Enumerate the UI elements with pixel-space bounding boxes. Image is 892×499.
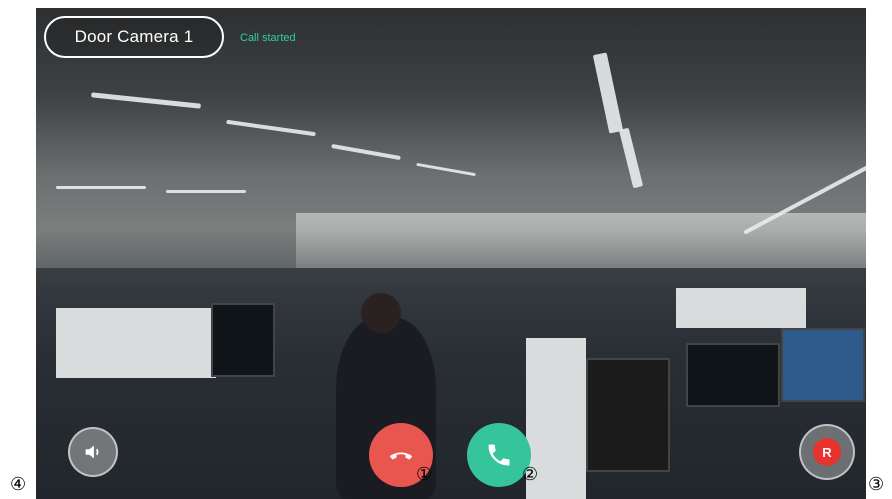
camera-name-badge: Door Camera 1 (44, 16, 224, 58)
ceiling-light (166, 190, 246, 193)
record-icon: R (813, 438, 841, 466)
phone-answer-icon (488, 444, 510, 466)
office-monitor (781, 328, 865, 402)
office-monitor (686, 343, 780, 407)
ceiling-light (226, 119, 316, 137)
marker-3: ③ (868, 474, 885, 495)
office-cabinet (676, 288, 806, 328)
ceiling-light (56, 186, 146, 189)
office-monitor (211, 303, 275, 377)
record-button[interactable]: R (799, 424, 855, 480)
marker-2: ② (522, 464, 539, 485)
ceiling-light (331, 143, 401, 161)
camera-feed (36, 8, 866, 499)
phone-hangup-icon (389, 452, 413, 460)
marker-1: ① (416, 464, 433, 485)
ceiling-light (91, 92, 201, 109)
office-monitor (586, 358, 670, 472)
camera-name: Door Camera 1 (74, 27, 194, 46)
person-head (361, 293, 401, 333)
office-cabinet (56, 308, 216, 378)
ceiling-light (416, 162, 476, 177)
ceiling-light (592, 52, 624, 134)
marker-4: ④ (10, 474, 27, 495)
ceiling-light (618, 127, 644, 189)
mute-button[interactable] (68, 427, 118, 477)
background-window-light (296, 213, 866, 268)
call-status-text: Call started (240, 32, 296, 44)
mute-icon (85, 445, 99, 459)
